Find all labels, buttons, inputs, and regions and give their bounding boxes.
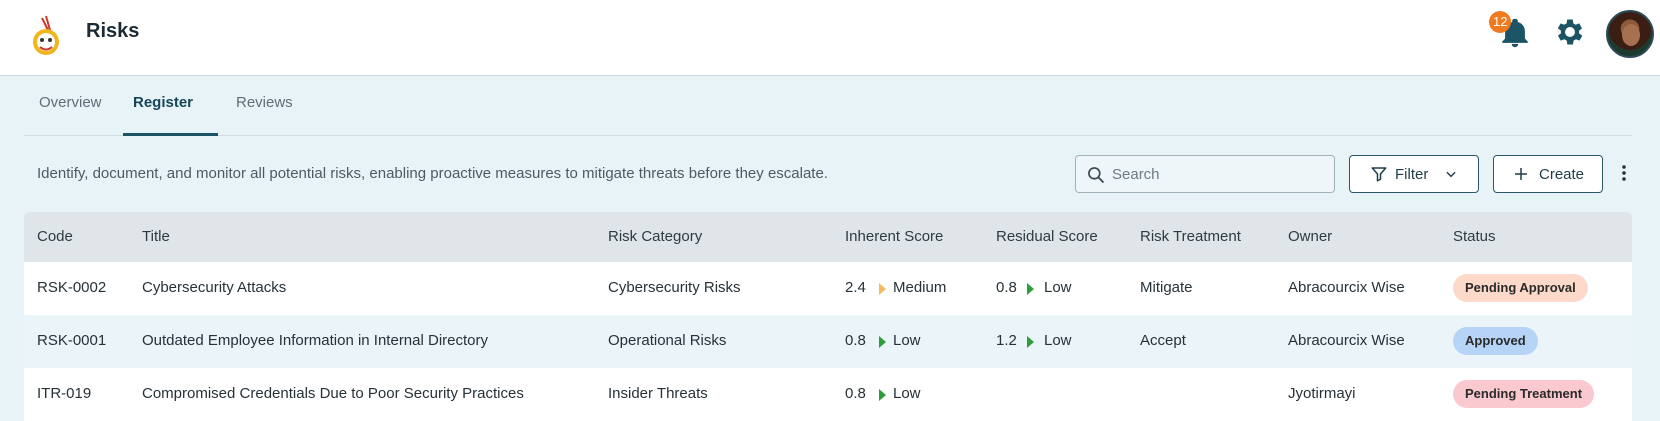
tab-bar: Overview Register Reviews	[24, 76, 1632, 136]
table-row[interactable]: RSK-0001 Outdated Employee Information i…	[24, 315, 1632, 368]
cell-title[interactable]: Cybersecurity Attacks	[142, 279, 286, 296]
inherent-score-value: 0.8	[845, 385, 866, 402]
inherent-score-level: Low	[893, 385, 921, 402]
column-header-risk-category[interactable]: Risk Category	[608, 228, 702, 245]
filter-label: Filter	[1395, 166, 1429, 183]
filter-button[interactable]: Filter	[1349, 155, 1479, 193]
column-header-owner[interactable]: Owner	[1288, 228, 1332, 245]
tab-overview[interactable]: Overview	[39, 94, 102, 111]
cell-risk-category: Insider Threats	[608, 385, 708, 402]
cell-title[interactable]: Outdated Employee Information in Interna…	[142, 332, 488, 349]
app-logo-icon[interactable]	[28, 14, 64, 56]
cell-owner: Abracourcix Wise	[1288, 332, 1405, 349]
cell-risk-category: Cybersecurity Risks	[608, 279, 741, 296]
cell-risk-category: Operational Risks	[608, 332, 727, 349]
search-box[interactable]	[1075, 155, 1335, 193]
low-level-arrow-icon	[1027, 336, 1034, 348]
table-header: Code Title Risk Category Inherent Score …	[24, 212, 1632, 262]
status-badge: Pending Approval	[1453, 274, 1588, 302]
low-level-arrow-icon	[879, 336, 886, 348]
active-tab-indicator	[123, 133, 218, 136]
inherent-score-value: 2.4	[845, 279, 866, 296]
more-options-icon[interactable]	[1618, 163, 1630, 183]
residual-score-level: Low	[1044, 279, 1072, 296]
filter-icon	[1371, 167, 1387, 182]
plus-icon	[1515, 168, 1527, 180]
cell-code: ITR-019	[37, 385, 92, 402]
column-header-residual-score[interactable]: Residual Score	[996, 228, 1098, 245]
inherent-score-level: Low	[893, 332, 921, 349]
low-level-arrow-icon	[879, 389, 886, 401]
cell-owner: Abracourcix Wise	[1288, 279, 1405, 296]
user-avatar[interactable]	[1606, 10, 1654, 58]
gear-icon[interactable]	[1553, 15, 1587, 49]
search-input[interactable]	[1112, 156, 1322, 192]
medium-level-arrow-icon	[879, 283, 886, 295]
column-header-inherent-score[interactable]: Inherent Score	[845, 228, 943, 245]
cell-owner: Jyotirmayi	[1288, 385, 1356, 402]
cell-code: RSK-0002	[37, 279, 107, 296]
column-header-risk-treatment[interactable]: Risk Treatment	[1140, 228, 1241, 245]
page-description: Identify, document, and monitor all pote…	[37, 165, 828, 182]
column-header-code[interactable]: Code	[37, 228, 73, 245]
tab-register[interactable]: Register	[133, 94, 193, 111]
status-badge: Approved	[1453, 327, 1538, 355]
column-header-status[interactable]: Status	[1453, 228, 1496, 245]
table-row[interactable]: RSK-0002 Cybersecurity Attacks Cybersecu…	[24, 262, 1632, 315]
residual-score-value: 0.8	[996, 279, 1017, 296]
create-button[interactable]: Create	[1493, 155, 1603, 193]
cell-risk-treatment: Accept	[1140, 332, 1186, 349]
status-badge: Pending Treatment	[1453, 380, 1595, 408]
risk-register-table: Code Title Risk Category Inherent Score …	[24, 212, 1632, 421]
page-title: Risks	[86, 20, 140, 42]
cell-risk-treatment: Mitigate	[1140, 279, 1193, 296]
top-bar: Risks 12	[0, 0, 1660, 76]
inherent-score-value: 0.8	[845, 332, 866, 349]
table-row[interactable]: ITR-019 Compromised Credentials Due to P…	[24, 368, 1632, 421]
create-label: Create	[1539, 166, 1585, 183]
chevron-down-icon	[1446, 171, 1456, 178]
residual-score-value: 1.2	[996, 332, 1017, 349]
search-icon	[1088, 167, 1105, 184]
cell-code: RSK-0001	[37, 332, 107, 349]
low-level-arrow-icon	[1027, 283, 1034, 295]
cell-title[interactable]: Compromised Credentials Due to Poor Secu…	[142, 385, 524, 402]
residual-score-level: Low	[1044, 332, 1072, 349]
column-header-title[interactable]: Title	[142, 228, 170, 245]
tab-reviews[interactable]: Reviews	[236, 94, 293, 111]
inherent-score-level: Medium	[893, 279, 947, 296]
